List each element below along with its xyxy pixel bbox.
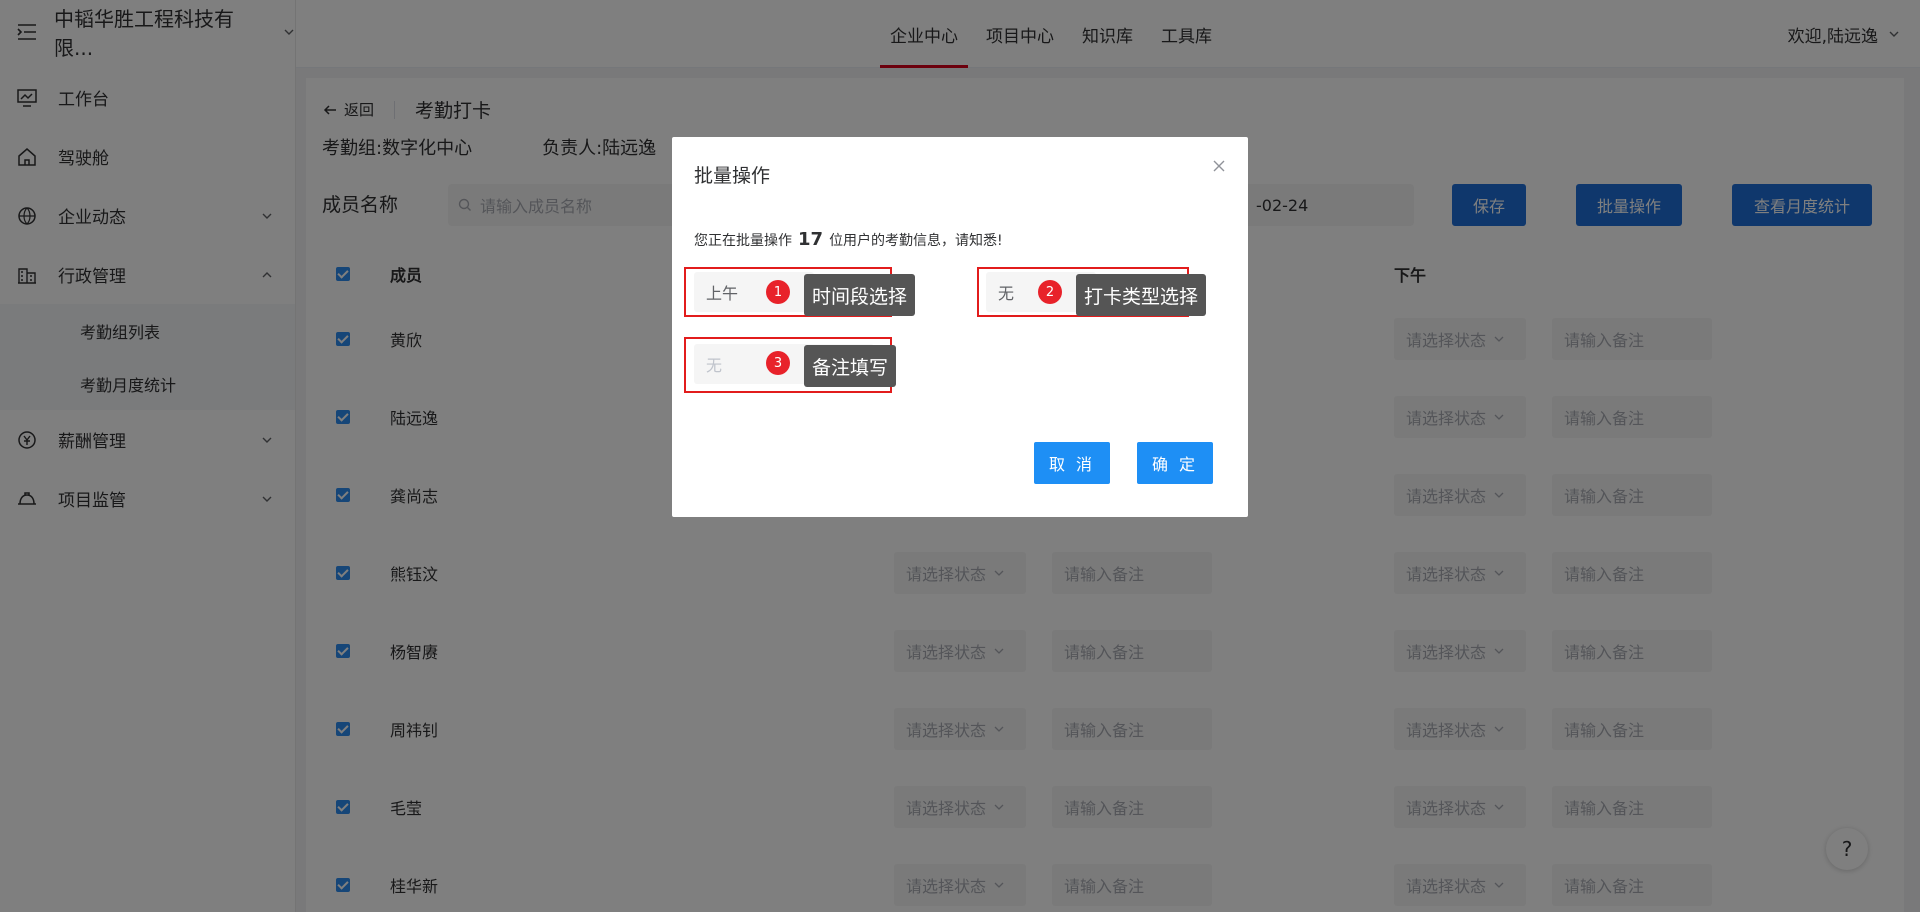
annotation-badge-1: 1 (766, 280, 790, 304)
period-select[interactable]: 上午 (694, 272, 814, 312)
dialog-message: 您正在批量操作 17 位用户的考勤信息，请知悉! (694, 229, 1003, 250)
message-prefix: 您正在批量操作 (694, 233, 792, 249)
annotation-badge-3: 3 (766, 351, 790, 375)
annotation-tip-note: 备注填写 (804, 345, 897, 387)
close-icon[interactable] (1212, 159, 1226, 173)
user-count: 17 (798, 229, 824, 250)
annotation-tip-type: 打卡类型选择 (1076, 274, 1207, 316)
batch-operation-dialog: 批量操作 您正在批量操作 17 位用户的考勤信息，请知悉! 上午 1 时间段选择… (672, 137, 1248, 517)
cancel-button[interactable]: 取 消 (1034, 442, 1110, 484)
dialog-title: 批量操作 (694, 165, 771, 187)
annotation-badge-2: 2 (1038, 280, 1062, 304)
annotation-tip-period: 时间段选择 (804, 274, 916, 316)
message-suffix: 位用户的考勤信息，请知悉! (829, 233, 1003, 249)
confirm-button[interactable]: 确 定 (1137, 442, 1213, 484)
